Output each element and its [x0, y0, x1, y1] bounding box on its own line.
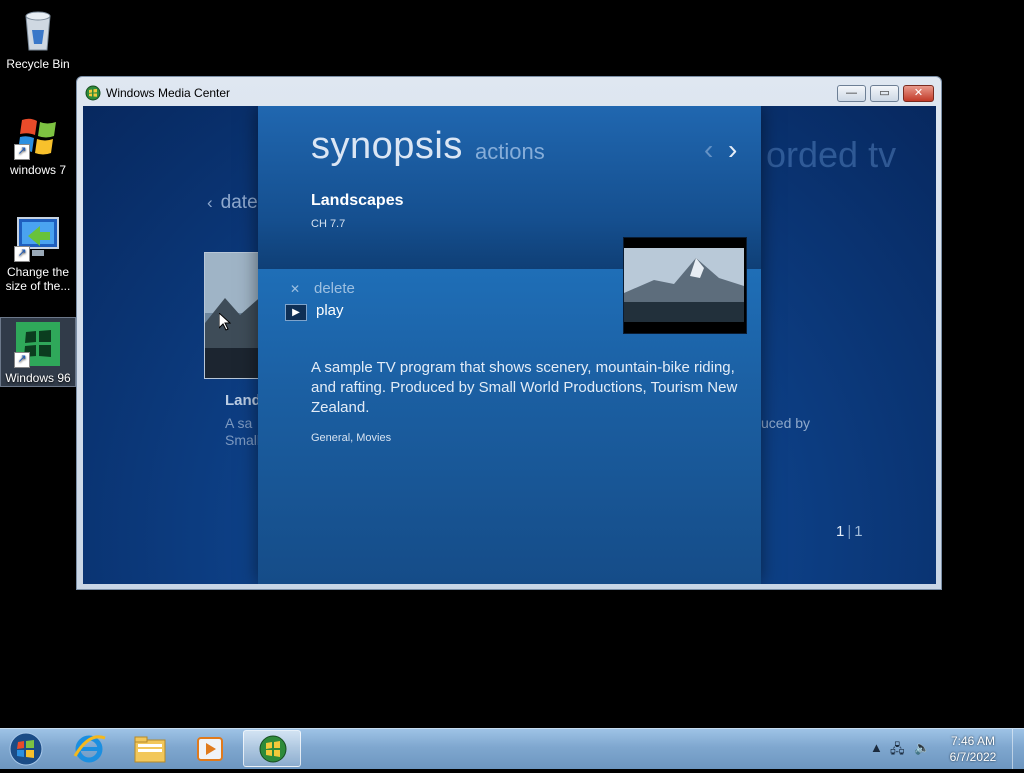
window-titlebar[interactable]: Windows Media Center — ▭ ✕ — [77, 77, 941, 107]
taskbar-media-center[interactable] — [243, 730, 301, 767]
windows-explorer-icon — [134, 736, 166, 763]
show-hidden-icons-icon[interactable]: ▲ — [870, 740, 883, 755]
media-player-icon — [197, 737, 223, 761]
taskbar: ▲ 🖧 🔈 7:46 AM 6/7/2022 — [0, 728, 1024, 769]
play-icon: ▶ — [285, 304, 307, 321]
minimize-icon: — — [846, 87, 857, 99]
desktop-icon-windows-96[interactable]: ↗ Windows 96 — [0, 317, 76, 387]
tab-synopsis[interactable]: synopsis — [311, 125, 463, 168]
media-center-icon — [259, 735, 287, 763]
page-current: 1 — [836, 523, 845, 540]
page-indicator: 1 | 1 — [836, 523, 863, 540]
window-title: Windows Media Center — [106, 86, 231, 100]
desktop-icon-windows-7[interactable]: ↗ windows 7 — [1, 112, 75, 177]
windows-96-icon: ↗ — [14, 320, 62, 368]
windows-logo-icon: ↗ — [14, 112, 62, 160]
minimize-button[interactable]: — — [837, 85, 866, 102]
desktop-icon-change-size[interactable]: ↗ Change the size of the... — [1, 214, 75, 293]
network-icon[interactable]: 🖧 — [890, 740, 905, 762]
page-separator: | — [847, 523, 852, 540]
shortcut-arrow-icon: ↗ — [14, 352, 30, 368]
taskbar-windows-explorer[interactable] — [121, 730, 179, 767]
chevron-left-icon: ‹ — [207, 193, 213, 212]
shortcut-arrow-icon: ↗ — [14, 144, 30, 160]
program-title: Landscapes — [311, 192, 404, 209]
close-button[interactable]: ✕ — [903, 85, 934, 102]
display-settings-icon: ↗ — [14, 214, 62, 262]
desktop-icon-label: Recycle Bin — [6, 57, 70, 71]
program-channel: CH 7.7 — [311, 218, 346, 230]
show-desktop-button[interactable] — [1012, 729, 1024, 769]
recycle-bin-icon — [14, 6, 62, 54]
back-date-button[interactable]: ‹ date — [207, 192, 258, 214]
play-label: play — [316, 302, 344, 319]
media-center-content: orded tv ‹ date Land A sa Small uced by 1… — [83, 106, 936, 584]
desktop-icon-label: Change the size of the... — [5, 265, 71, 293]
maximize-icon: ▭ — [879, 87, 890, 99]
clock[interactable]: 7:46 AM 6/7/2022 — [934, 733, 1012, 765]
taskbar-media-player[interactable] — [181, 730, 239, 767]
shortcut-arrow-icon: ↗ — [14, 246, 30, 262]
start-button[interactable] — [6, 731, 46, 767]
media-center-window: Windows Media Center — ▭ ✕ orded tv ‹ dat… — [76, 76, 942, 590]
internet-explorer-icon — [73, 735, 106, 763]
back-label: date — [220, 192, 258, 213]
program-preview-image — [623, 237, 747, 334]
desktop-icon-recycle-bin[interactable]: Recycle Bin — [1, 6, 75, 71]
volume-icon[interactable]: 🔈 — [914, 740, 930, 756]
mouse-cursor-icon — [218, 311, 232, 336]
media-center-icon — [85, 85, 101, 101]
desktop-icon-label: windows 7 — [9, 163, 67, 177]
recording-thumbnail[interactable] — [204, 252, 266, 379]
synopsis-panel: synopsis actions ‹ › Landscapes CH 7.7 ✕… — [258, 106, 761, 584]
clock-date: 6/7/2022 — [949, 750, 997, 764]
play-action[interactable]: ▶ play — [285, 302, 344, 321]
program-genres: General, Movies — [311, 432, 392, 444]
next-arrow-icon[interactable]: › — [728, 134, 737, 166]
tab-actions[interactable]: actions — [475, 139, 545, 165]
program-description: A sample TV program that shows scenery, … — [311, 359, 738, 416]
delete-label: delete — [314, 280, 355, 297]
page-total: 1 — [854, 523, 863, 540]
background-page-title: orded tv — [766, 134, 897, 175]
taskbar-internet-explorer[interactable] — [61, 730, 119, 767]
close-icon: ✕ — [913, 87, 924, 99]
delete-action[interactable]: ✕ delete — [285, 280, 355, 297]
desktop-icon-label: Windows 96 — [5, 371, 71, 385]
close-icon: ✕ — [289, 282, 301, 296]
background-item-name: Land — [225, 392, 261, 409]
background-right-desc: uced by — [761, 415, 811, 431]
maximize-button[interactable]: ▭ — [870, 85, 899, 102]
previous-arrow-icon[interactable]: ‹ — [704, 134, 713, 166]
clock-time: 7:46 AM — [950, 734, 996, 748]
